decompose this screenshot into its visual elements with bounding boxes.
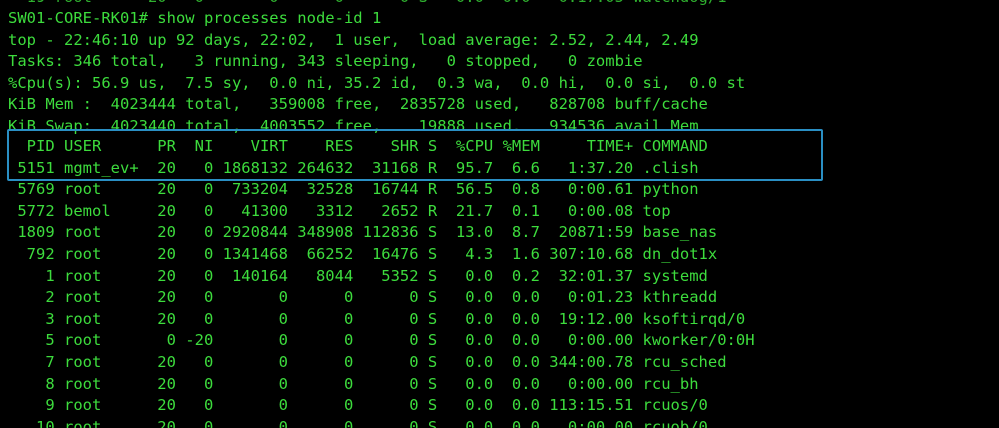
tasks-line: Tasks: 346 total, 3 running, 343 sleepin… [8,52,643,71]
cpu-line: %Cpu(s): 56.9 us, 7.5 sy, 0.0 ni, 35.2 i… [8,73,746,92]
uptime-load-line: top - 22:46:10 up 92 days, 22:02, 1 user… [8,30,699,49]
process-row: 2 root 20 0 0 0 0 S 0.0 0.0 0:01.23 kthr… [8,288,718,307]
process-row: 792 root 20 0 1341468 66252 16476 S 4.3 … [8,245,718,263]
process-row: 9 root 20 0 0 0 0 S 0.0 0.0 113:15.51 rc… [8,396,708,415]
command-prompt: SW01-CORE-RK01# show processes node-id 1 [8,9,382,27]
process-row: 5772 bemol 20 0 41300 3312 2652 R 21.7 0… [8,201,671,220]
memory-line: KiB Mem : 4023444 total, 359008 free, 28… [8,95,708,114]
process-row: 1 root 20 0 140164 8044 5352 S 0.0 0.2 3… [8,266,708,285]
process-row: 10 root 20 0 0 0 0 S 0.0 0.0 0:00.00 rcu… [8,417,708,428]
terminal-window[interactable]: 19 root 20 0 0 0 0 S 0.0 0.0 0:17.05 wat… [0,0,999,428]
process-row: 5 root 0 -20 0 0 0 S 0.0 0.0 0:00.00 kwo… [8,331,755,350]
process-row: 7 root 20 0 0 0 0 S 0.0 0.0 344:00.78 rc… [8,353,727,371]
process-row: 1809 root 20 0 2920844 348908 112836 S 1… [8,223,718,242]
process-row: 8 root 20 0 0 0 0 S 0.0 0.0 0:00.00 rcu_… [8,374,699,393]
process-row: 3 root 20 0 0 0 0 S 0.0 0.0 19:12.00 kso… [8,309,746,328]
highlight-annotation-box [7,129,823,181]
process-row: 5769 root 20 0 733204 32528 16744 R 56.5… [8,180,699,199]
